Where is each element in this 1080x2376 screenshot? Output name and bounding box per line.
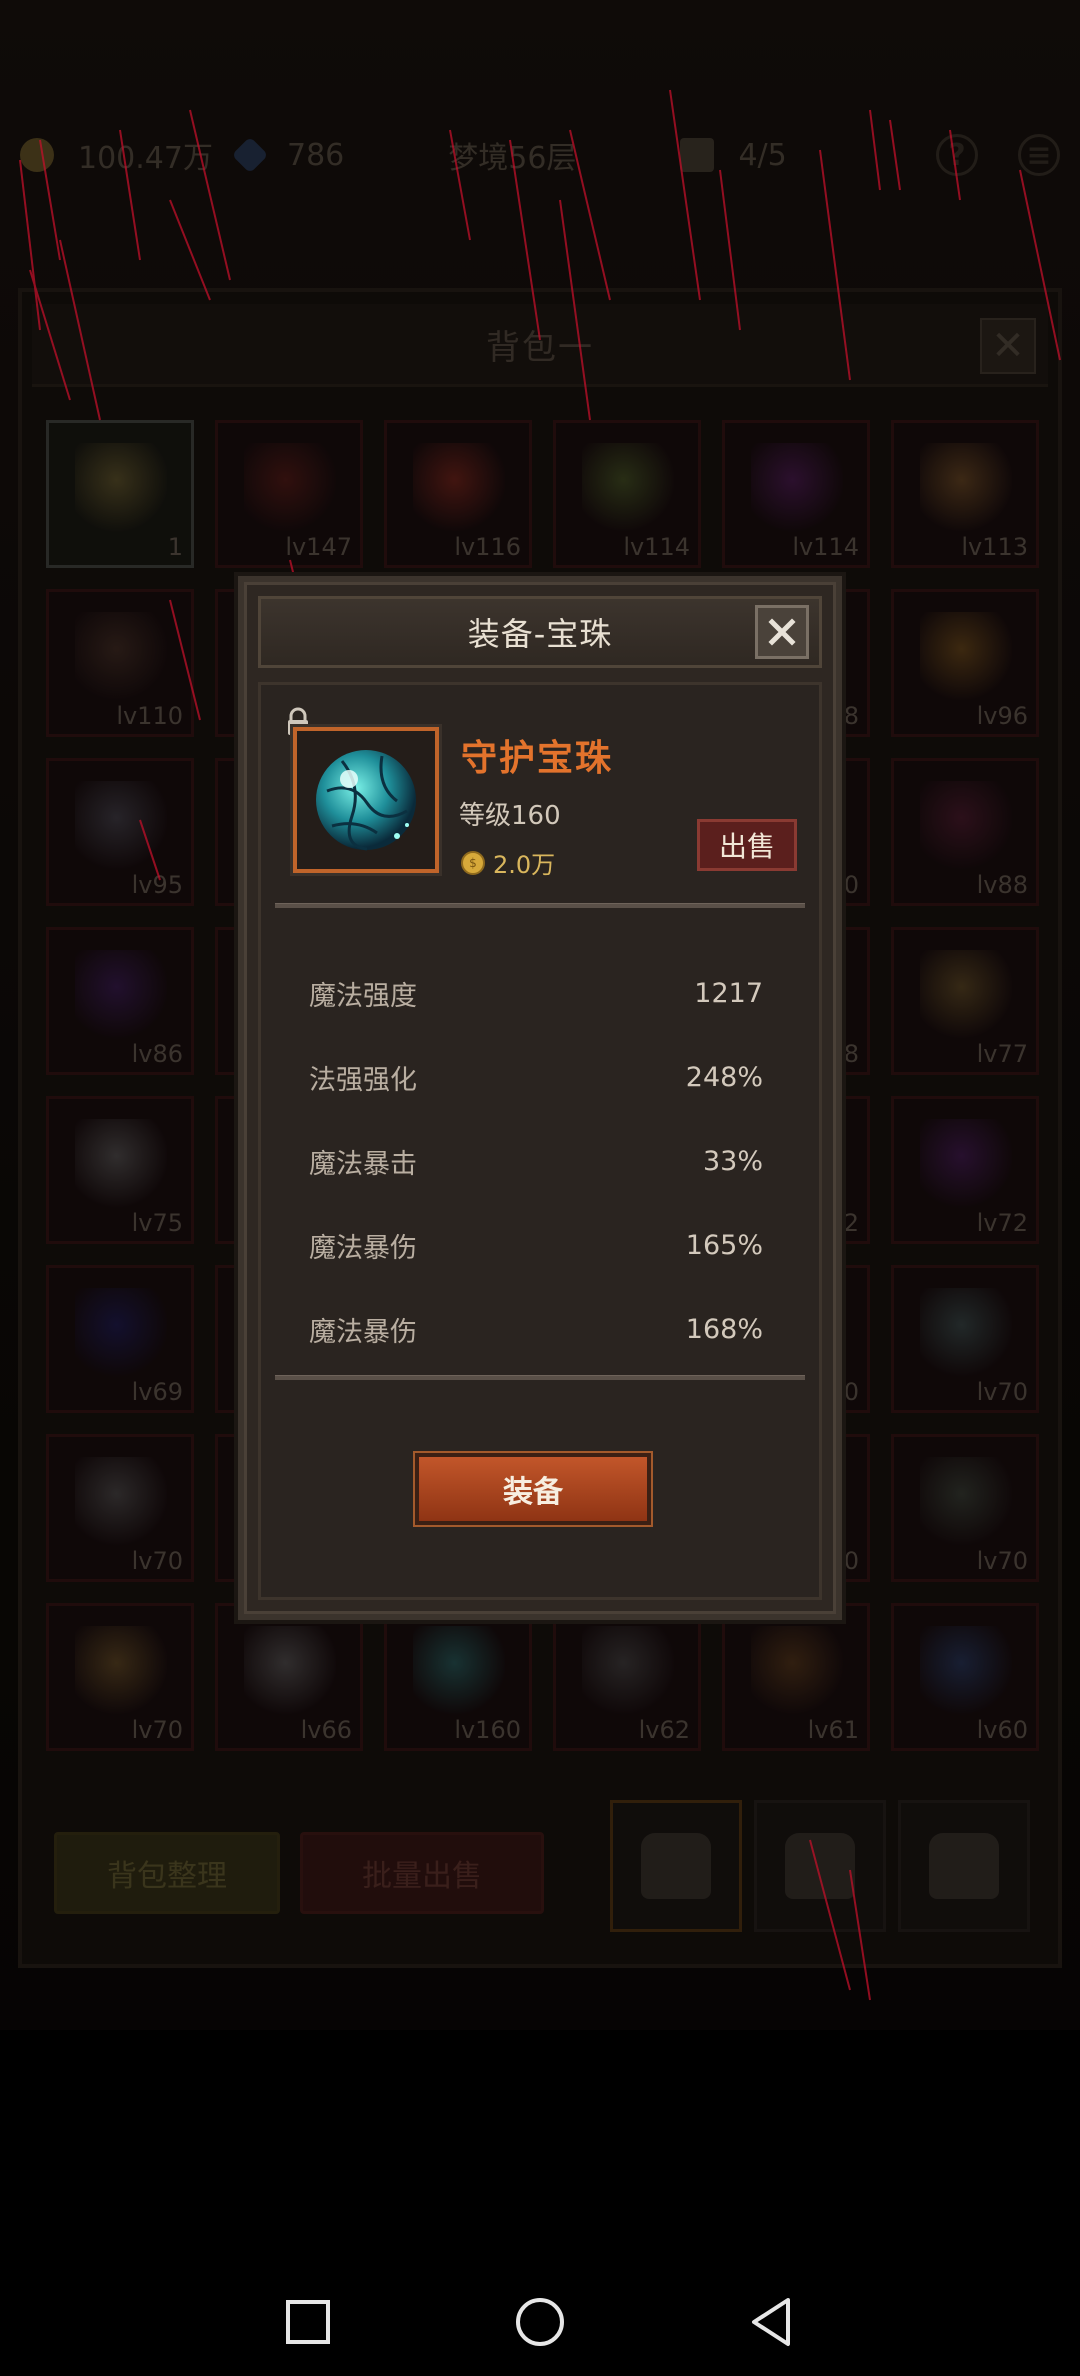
item-name: 守护宝珠 [461,738,614,779]
stat-row: 法强强化 248% [309,1057,763,1097]
stat-value: 248% [685,1061,763,1093]
stat-value: 168% [685,1313,763,1345]
system-navigation-bar [0,2030,1080,2376]
stat-name: 魔法强度 [309,980,417,1012]
stat-row: 魔法暴击 33% [309,1141,763,1181]
recent-apps-icon[interactable] [278,2292,338,2352]
price-value: 2.0万 [493,851,556,879]
home-icon[interactable] [510,2292,570,2352]
dialog-header: 装备-宝珠 [258,596,822,668]
divider [275,1375,805,1380]
stat-row: 魔法暴伤 168% [309,1309,763,1349]
stat-name: 魔法暴伤 [309,1316,417,1348]
dialog-body: 守护宝珠 等级160 $ 2.0万 出售 魔法强度 1217 法强强化 248%… [258,682,822,1600]
equip-button[interactable]: 装备 [415,1453,651,1525]
equipment-dialog: 装备-宝珠 守护宝珠 等级160 $ 2.0万 出售 魔法强度 1217 法强强… [238,576,842,1620]
stat-row: 魔法暴伤 165% [309,1225,763,1265]
orb-icon [316,750,416,851]
close-icon [768,618,796,646]
stat-row: 魔法强度 1217 [309,973,763,1013]
divider [275,903,805,908]
item-price: $ 2.0万 [461,845,555,880]
stat-name: 魔法暴击 [309,1148,417,1180]
sell-button[interactable]: 出售 [697,819,797,871]
coin-icon: $ [461,850,485,875]
dialog-title: 装备-宝珠 [467,615,613,653]
stat-name: 法强强化 [309,1064,417,1096]
stat-name: 魔法暴伤 [309,1232,417,1264]
stat-value: 33% [702,1145,763,1177]
item-portrait [293,727,439,873]
dialog-close-button[interactable] [755,605,809,659]
stat-value: 1217 [694,977,763,1009]
back-icon[interactable] [742,2292,802,2352]
stat-value: 165% [685,1229,763,1261]
item-level: 等级160 [459,801,561,831]
